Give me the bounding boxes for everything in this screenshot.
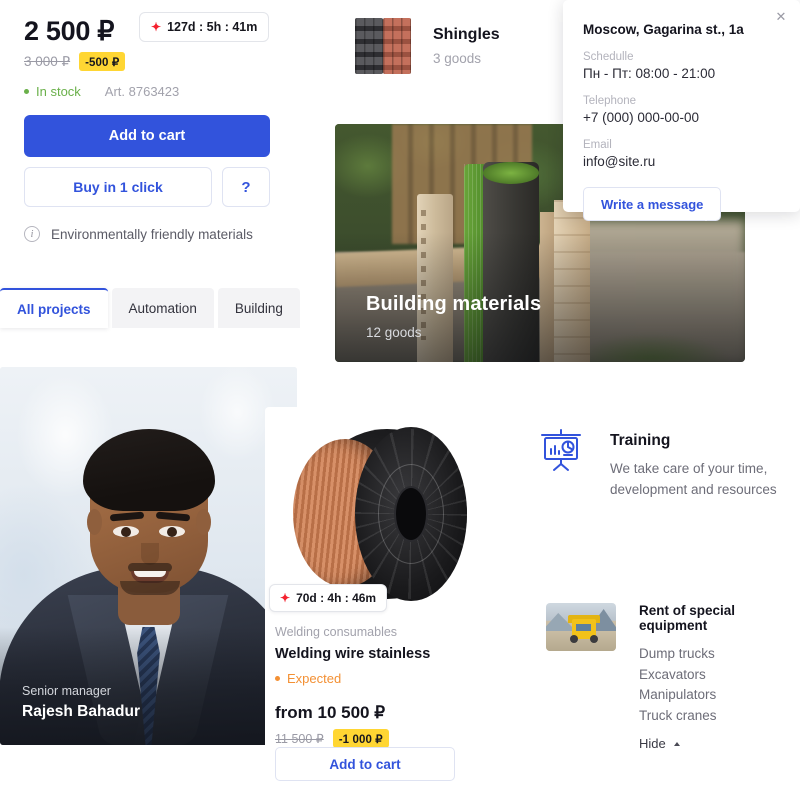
ear-right-shape (196, 509, 211, 535)
schedule-label: Schedulle (583, 51, 634, 63)
email-label: Email (583, 139, 612, 151)
welding-old-price: 11 500 ₽ (275, 732, 324, 746)
rent-items-list: Dump trucks Excavators Manipulators Truc… (639, 644, 800, 726)
welding-discount-badge: -1 000 ₽ (332, 729, 389, 748)
truck-window-shape (576, 624, 591, 631)
article-number: Art. 8763423 (104, 84, 180, 100)
nose-shape (141, 543, 159, 565)
welding-timer-badge: ✦ 70d : 4h : 46m (269, 584, 388, 612)
eco-note-label: Environmentally friendly materials (51, 226, 253, 242)
tab-all-projects[interactable]: All projects (0, 288, 108, 328)
manager-role: Senior manager (22, 684, 111, 698)
truck-wheel-right (590, 635, 598, 643)
spool-hub (394, 486, 428, 542)
manager-card[interactable]: Senior manager Rajesh Bahadur (0, 367, 297, 745)
welding-price-secondary: 11 500 ₽ -1 000 ₽ (275, 729, 489, 748)
welding-product-card[interactable]: ✦ 70d : 4h : 46m Welding consumables Wel… (265, 407, 497, 800)
stock-status-label: In stock (36, 84, 81, 100)
stock-dot-icon (24, 89, 29, 95)
eye-left-shape (113, 526, 139, 537)
caret-up-icon (673, 741, 680, 746)
help-button[interactable]: ? (222, 167, 270, 208)
status-dot-icon (275, 676, 280, 681)
training-block: Training We take care of your time, deve… (538, 428, 788, 501)
training-title: Training (610, 432, 671, 449)
eco-note-row: i Environmentally friendly materials (24, 226, 284, 243)
dump-truck-photo[interactable] (546, 603, 616, 651)
welding-wire-spool-image (293, 427, 469, 603)
sparkle-icon: ✦ (151, 20, 162, 34)
training-text: Training We take care of your time, deve… (610, 428, 788, 501)
rent-item-excavators[interactable]: Excavators (639, 665, 800, 686)
tab-building[interactable]: Building (217, 288, 300, 328)
banner-count: 12 goods (366, 325, 422, 340)
shingle-stack-dark (355, 18, 383, 74)
welding-timer-label: 70d : 4h : 46m (296, 591, 377, 605)
shingles-count: 3 goods (433, 51, 482, 66)
spool-front-flange (355, 427, 467, 601)
product-buy-block: 2 500 ₽ 3 000 ₽ -500 ₽ In stock Art. 876… (24, 16, 284, 243)
contact-schedule-group: Schedulle Пн - Пт: 08:00 - 21:00 (583, 51, 778, 81)
welding-category: Welding consumables (275, 625, 398, 639)
rent-title: Rent of special equipment (638, 603, 735, 633)
contact-address: Moscow, Gagarina st., 1a (583, 22, 744, 37)
page-root: 2 500 ₽ 3 000 ₽ -500 ₽ In stock Art. 876… (0, 0, 800, 800)
shingles-category[interactable]: Shingles 3 goods (355, 18, 500, 74)
contact-telephone-group: Telephone +7 (000) 000-00-00 (583, 95, 778, 125)
telephone-value: +7 (000) 000-00-00 (583, 110, 699, 125)
contact-email-group: Email info@site.ru (583, 139, 778, 169)
banner-title: Building materials (366, 293, 542, 315)
stock-row: In stock Art. 8763423 (24, 84, 284, 99)
product-timer-label: 127d : 5h : 41m (167, 20, 258, 34)
manager-name: Rajesh Bahadur (22, 703, 141, 720)
price-secondary-row: 3 000 ₽ -500 ₽ (24, 52, 284, 72)
product-old-price: 3 000 ₽ (24, 53, 71, 69)
beard-shape (120, 581, 180, 595)
product-timer-badge: ✦ 127d : 5h : 41m (139, 12, 270, 42)
presentation-chart-icon (538, 428, 584, 501)
write-a-message-button[interactable]: Write a message (583, 187, 722, 221)
welding-status-label: Expected (287, 671, 342, 686)
discount-badge: -500 ₽ (79, 52, 126, 72)
rent-item-dump-trucks[interactable]: Dump trucks (639, 644, 800, 665)
tab-automation[interactable]: Automation (111, 288, 214, 328)
training-description: We take care of your time, development a… (610, 461, 777, 497)
welding-price: from 10 500 ₽ (275, 703, 386, 722)
contact-tooltip-card: ✕ Moscow, Gagarina st., 1a Schedulle Пн … (563, 0, 800, 221)
eye-right-shape (159, 526, 185, 537)
stock-status: In stock (24, 84, 81, 99)
rent-item-truck-cranes[interactable]: Truck cranes (639, 706, 800, 727)
rent-equipment-block: Rent of special equipment Dump trucks Ex… (546, 603, 800, 751)
hide-toggle[interactable]: Hide (639, 736, 800, 751)
shingle-stack-red (383, 18, 411, 74)
sparkle-icon: ✦ (280, 591, 291, 605)
welding-card-body: Welding consumables Welding wire stainle… (275, 625, 489, 748)
welding-product-name: Welding wire stainless (275, 646, 431, 662)
welding-add-to-cart-button[interactable]: Add to cart (275, 747, 455, 781)
project-tabs: All projects Automation Building (0, 288, 300, 328)
info-circle-icon: i (24, 226, 40, 243)
hide-label: Hide (638, 736, 666, 752)
email-value: info@site.ru (583, 154, 656, 169)
shingles-title: Shingles (433, 26, 500, 43)
secondary-buttons-row: Buy in 1 click ? (24, 167, 284, 208)
roof-shingles-stack-image (355, 18, 415, 74)
buy-in-one-click-button[interactable]: Buy in 1 click (24, 167, 212, 208)
shingles-text: Shingles 3 goods (433, 26, 500, 66)
manager-caption: Senior manager Rajesh Bahadur (22, 684, 140, 721)
banner-caption: Building materials 12 goods (366, 293, 541, 340)
close-icon[interactable]: ✕ (773, 9, 789, 25)
telephone-label: Telephone (583, 95, 637, 107)
schedule-value: Пн - Пт: 08:00 - 21:00 (583, 66, 716, 81)
rent-text: Rent of special equipment Dump trucks Ex… (639, 603, 800, 751)
add-to-cart-button[interactable]: Add to cart (24, 115, 270, 158)
welding-status: Expected (275, 671, 489, 686)
rent-item-manipulators[interactable]: Manipulators (639, 685, 800, 706)
truck-wheel-left (570, 635, 578, 643)
ear-left-shape (87, 509, 102, 535)
